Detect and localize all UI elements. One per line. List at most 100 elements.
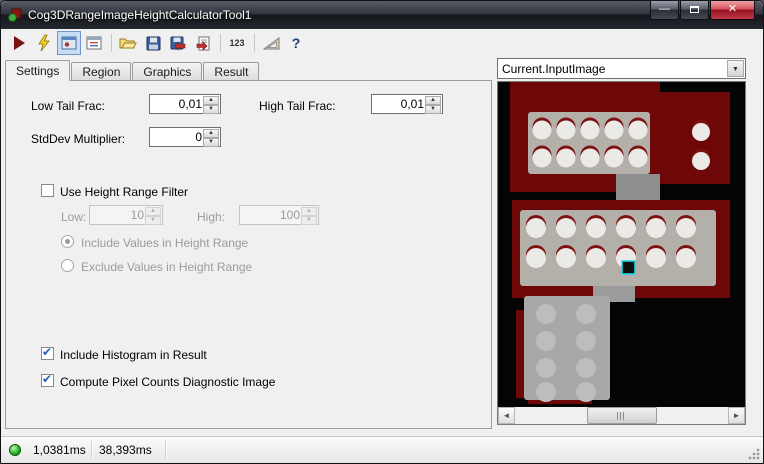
open-file-button[interactable] bbox=[116, 31, 140, 55]
lightning-icon bbox=[38, 34, 50, 52]
low-tail-frac-spinner: 0,01 ▲ ▼ bbox=[149, 94, 221, 114]
tab-label: Result bbox=[214, 65, 249, 79]
scrollbar-thumb[interactable] bbox=[587, 407, 657, 424]
high-tail-frac-input[interactable]: 0,01 bbox=[374, 96, 424, 112]
execution-time: 1,0381ms bbox=[33, 443, 86, 457]
total-time: 38,393ms bbox=[99, 443, 152, 457]
spin-up-icon[interactable]: ▲ bbox=[203, 129, 219, 138]
trigger-button[interactable] bbox=[32, 31, 56, 55]
tool-editor-window: Cog3DRangeImageHeightCalculatorTool1 — ✕ bbox=[0, 0, 764, 464]
compute-pixel-counts-label: Compute Pixel Counts Diagnostic Image bbox=[60, 375, 276, 389]
scroll-right-icon[interactable]: ► bbox=[728, 407, 745, 424]
toolbar-separator bbox=[111, 34, 112, 52]
include-histogram-checkbox[interactable]: ✔ bbox=[41, 345, 54, 360]
minimize-icon: — bbox=[659, 3, 670, 15]
help-question-icon: ? bbox=[291, 35, 301, 51]
import-results-button[interactable] bbox=[191, 31, 215, 55]
use-height-range-filter-checkbox[interactable]: ✔ bbox=[41, 184, 54, 197]
selection-marker bbox=[621, 260, 636, 275]
compute-pixel-counts-checkbox[interactable]: ✔ bbox=[41, 372, 54, 387]
close-icon: ✕ bbox=[727, 3, 738, 15]
maximize-button[interactable] bbox=[680, 1, 709, 20]
measure-button[interactable] bbox=[259, 31, 283, 55]
check-icon: ✔ bbox=[42, 372, 53, 386]
radio-dot-icon bbox=[65, 239, 70, 244]
spin-down-icon[interactable]: ▼ bbox=[425, 105, 441, 114]
spin-up-icon[interactable]: ▲ bbox=[301, 207, 317, 216]
use-height-range-filter-label: Use Height Range Filter bbox=[60, 185, 189, 199]
high-tail-frac-label: High Tail Frac: bbox=[259, 99, 336, 113]
range-high-label: High: bbox=[197, 210, 226, 224]
range-high-spinner: 100 ▲ ▼ bbox=[239, 205, 319, 225]
exclude-values-label: Exclude Values in Height Range bbox=[81, 260, 253, 274]
tab-label: Settings bbox=[16, 64, 60, 78]
tab-label: Graphics bbox=[143, 65, 192, 79]
image-source-value: Current.InputImage bbox=[502, 62, 606, 76]
range-high-input[interactable]: 100 bbox=[242, 207, 300, 223]
exclude-values-radio[interactable] bbox=[61, 259, 74, 272]
save-results-button[interactable] bbox=[166, 31, 190, 55]
display-image-toggle-button[interactable] bbox=[57, 31, 81, 55]
toolbar: 123 ? bbox=[1, 29, 763, 57]
spin-down-icon[interactable]: ▼ bbox=[203, 105, 219, 114]
maximize-icon bbox=[690, 6, 699, 13]
open-folder-icon bbox=[119, 38, 137, 49]
check-icon: ✔ bbox=[42, 345, 53, 359]
scroll-left-icon[interactable]: ◄ bbox=[498, 407, 515, 424]
high-tail-frac-spinner: 0,01 ▲ ▼ bbox=[371, 94, 443, 114]
include-values-radio[interactable] bbox=[61, 235, 74, 248]
stddev-multiplier-input[interactable]: 0 bbox=[152, 129, 202, 145]
stddev-multiplier-label: StdDev Multiplier: bbox=[31, 132, 126, 146]
help-button[interactable]: ? bbox=[284, 31, 308, 55]
app-icon bbox=[8, 8, 22, 22]
tab-graphics[interactable]: Graphics bbox=[132, 62, 203, 81]
run-icon bbox=[13, 36, 25, 50]
save-button[interactable] bbox=[141, 31, 165, 55]
stddev-multiplier-spinner: 0 ▲ ▼ bbox=[149, 127, 221, 147]
include-histogram-label: Include Histogram in Result bbox=[60, 348, 207, 362]
run-button[interactable] bbox=[7, 31, 31, 55]
close-button[interactable]: ✕ bbox=[710, 1, 755, 20]
range-low-label: Low: bbox=[61, 210, 87, 224]
title-bar[interactable]: Cog3DRangeImageHeightCalculatorTool1 — ✕ bbox=[1, 1, 763, 29]
include-values-label: Include Values in Height Range bbox=[81, 236, 249, 250]
numbers-123-icon: 123 bbox=[229, 38, 245, 48]
floppy-disk-icon bbox=[146, 36, 160, 50]
window-title: Cog3DRangeImageHeightCalculatorTool1 bbox=[28, 8, 252, 22]
spin-up-icon[interactable]: ▲ bbox=[145, 207, 161, 216]
low-tail-frac-label: Low Tail Frac: bbox=[31, 99, 105, 113]
range-image-display[interactable]: ◄ ► bbox=[497, 81, 746, 425]
numeric-precision-button[interactable]: 123 bbox=[225, 31, 249, 55]
range-low-input[interactable]: 10 bbox=[92, 207, 144, 223]
tab-strip: Settings Region Graphics Result bbox=[5, 60, 260, 81]
tab-result[interactable]: Result bbox=[203, 62, 260, 81]
status-separator bbox=[165, 441, 166, 459]
minimize-button[interactable]: — bbox=[650, 1, 679, 20]
resize-grip[interactable] bbox=[748, 448, 760, 460]
spin-down-icon[interactable]: ▼ bbox=[301, 216, 317, 225]
floppy-arrow-icon bbox=[170, 36, 186, 51]
horizontal-scrollbar: ◄ ► bbox=[498, 407, 745, 424]
window-icon bbox=[86, 36, 102, 50]
toolbar-separator bbox=[254, 34, 255, 52]
new-window-button[interactable] bbox=[82, 31, 106, 55]
spin-up-icon[interactable]: ▲ bbox=[425, 96, 441, 105]
set-square-icon bbox=[262, 37, 279, 50]
spin-up-icon[interactable]: ▲ bbox=[203, 96, 219, 105]
image-display-icon bbox=[61, 36, 77, 50]
tab-label: Region bbox=[82, 65, 121, 79]
toolbar-separator bbox=[220, 34, 221, 52]
range-image bbox=[498, 82, 745, 407]
tab-region[interactable]: Region bbox=[71, 62, 132, 81]
chevron-down-icon[interactable]: ▼ bbox=[727, 60, 744, 77]
spin-down-icon[interactable]: ▼ bbox=[145, 216, 161, 225]
document-import-icon bbox=[196, 36, 209, 51]
spin-down-icon[interactable]: ▼ bbox=[203, 138, 219, 147]
scrollbar-track[interactable] bbox=[515, 407, 728, 424]
image-source-dropdown[interactable]: Current.InputImage ▼ bbox=[497, 58, 746, 79]
status-led-icon bbox=[9, 444, 21, 456]
tab-settings[interactable]: Settings bbox=[5, 60, 71, 81]
low-tail-frac-input[interactable]: 0,01 bbox=[152, 96, 202, 112]
status-bar: 1,0381ms 38,393ms bbox=[1, 436, 763, 463]
range-low-spinner: 10 ▲ ▼ bbox=[89, 205, 163, 225]
